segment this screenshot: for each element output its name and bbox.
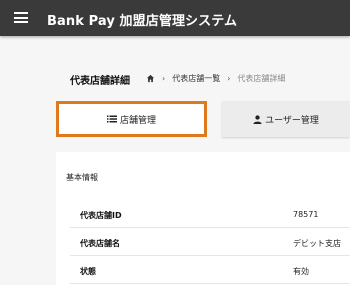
breadcrumb-current: 代表店舗詳細 — [237, 74, 286, 83]
info-row-store-name: 代表店舗名 デビット支店 — [70, 228, 350, 256]
info-row-status: 状態 有効 — [70, 256, 350, 284]
breadcrumb-separator: › — [162, 74, 166, 83]
breadcrumb: › 代表店舗一覧 › 代表店舗詳細 — [146, 73, 285, 84]
breadcrumb-separator: › — [227, 74, 231, 83]
info-value: 78571 — [293, 210, 319, 219]
tab-user-management[interactable]: ユーザー管理 — [222, 101, 350, 137]
info-row-store-id: 代表店舗ID 78571 — [70, 200, 350, 228]
basic-info-title: 基本情報 — [66, 173, 98, 182]
hamburger-menu-icon[interactable] — [14, 12, 28, 23]
tab-store-management-label: 店舗管理 — [119, 115, 156, 126]
person-icon — [253, 114, 262, 124]
list-icon — [106, 115, 117, 123]
page-title: 代表店舗詳細 — [70, 76, 130, 87]
info-value: 有効 — [293, 267, 309, 276]
tab-store-management[interactable]: 店舗管理 — [56, 101, 207, 137]
info-label: 代表店舗ID — [80, 211, 122, 220]
breadcrumb-link-store-list[interactable]: 代表店舗一覧 — [172, 73, 220, 84]
info-label: 状態 — [80, 267, 96, 276]
app-title: Bank Pay 加盟店管理システム — [47, 14, 238, 29]
app-bar: Bank Pay 加盟店管理システム — [0, 0, 350, 36]
home-icon[interactable] — [146, 74, 155, 83]
tab-user-management-label: ユーザー管理 — [265, 115, 319, 126]
info-label: 代表店舗名 — [80, 239, 120, 248]
info-value: デビット支店 — [293, 239, 341, 248]
